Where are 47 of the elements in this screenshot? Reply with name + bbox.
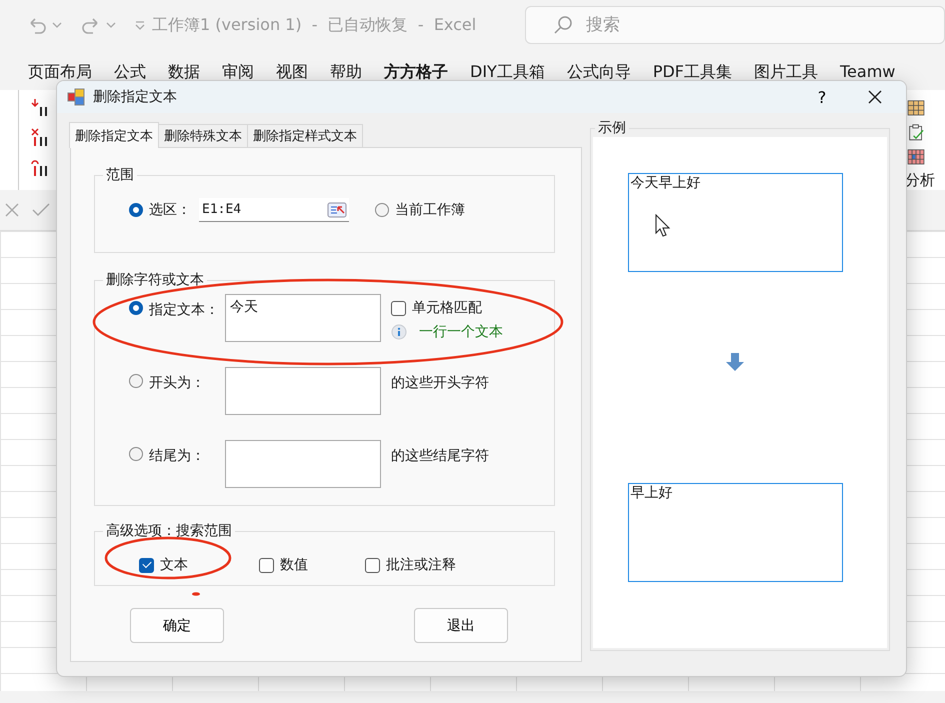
checkbox[interactable] [391,300,406,316]
radio-button[interactable] [129,447,143,461]
field-note: 的这些结尾字符 [391,447,489,465]
checkbox-label: 文本 [160,556,188,574]
radio-button[interactable] [129,374,143,388]
dialog-tab[interactable]: 删除指定文本 [69,122,159,148]
option-label: 结尾为： [149,447,206,465]
group-legend: 示例 [595,119,629,137]
option-label: 指定文本： [149,301,220,319]
hint-text: 一行一个文本 [419,323,503,341]
dialog-title: 删除指定文本 [93,88,178,106]
sample-cell: 今天早上好 [628,173,842,272]
group-legend: 范围 [103,166,137,184]
cursor-icon [655,214,671,238]
range-field[interactable]: E1:E4 [199,198,349,222]
option-label: 开头为： [149,374,206,392]
radio-button[interactable] [375,203,389,217]
search-icon [553,15,573,35]
sample-cell: 早上好 [628,483,842,582]
option-label: 当前工作簿 [395,201,465,219]
checkbox-label: 单元格匹配 [412,299,482,317]
checkbox[interactable] [259,558,274,572]
annotation-dot [192,592,200,596]
checkbox-label: 批注或注释 [386,556,456,574]
dialog-tab[interactable]: 删除指定样式文本 [247,124,363,147]
text-area[interactable]: 今天 [225,294,381,342]
window-title: 工作簿1 (version 1) - 已自动恢复 - Excel [152,14,478,36]
info-icon [391,324,407,340]
table-icon[interactable] [905,100,927,116]
group-legend: 高级选项：搜索范围 [103,522,235,540]
checkbox[interactable] [365,558,380,572]
radio-button[interactable] [129,203,143,217]
ok-button[interactable]: 确定 [130,608,224,643]
down-arrow-icon [725,352,745,372]
checkbox-label: 数值 [280,556,308,574]
exit-button[interactable]: 退出 [414,608,508,643]
group-legend: 删除字符或文本 [103,271,207,289]
radio-button[interactable] [129,301,143,315]
field-note: 的这些开头字符 [391,374,489,392]
checkbox[interactable] [139,558,154,572]
grid-icon[interactable] [905,149,927,166]
close-icon[interactable] [868,90,882,104]
range-select-icon[interactable] [327,202,347,218]
search-field[interactable]: 搜索 [525,6,945,44]
help-button[interactable]: ? [802,86,842,108]
option-label: 选区： [149,201,192,219]
app-icon [67,88,85,106]
